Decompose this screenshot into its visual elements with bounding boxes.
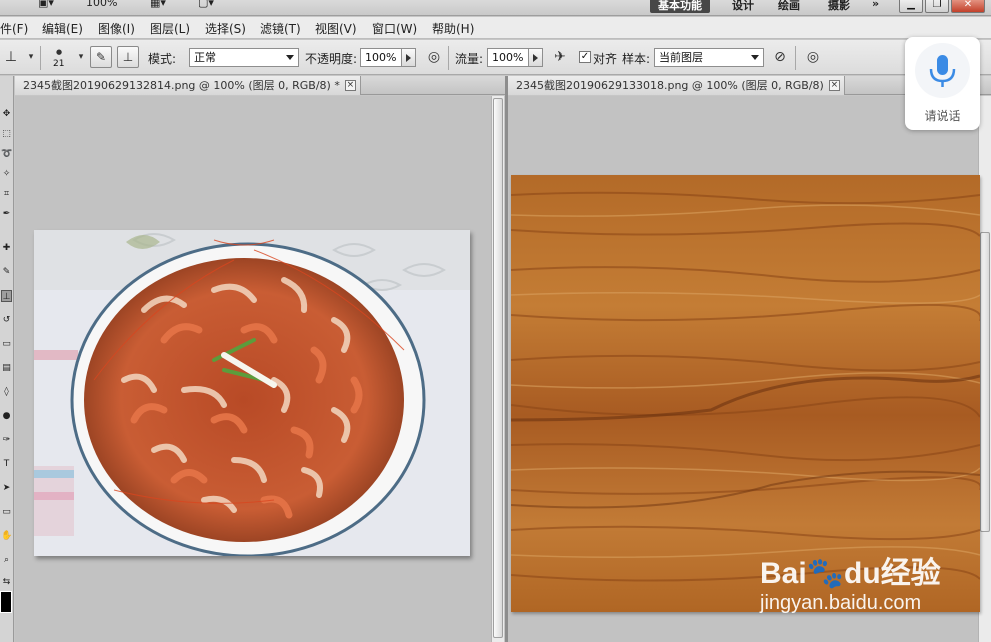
- scrollbar-thumb[interactable]: [493, 98, 503, 638]
- lasso-tool-icon[interactable]: ➰: [1, 148, 12, 160]
- brush-size-value: 21: [53, 59, 65, 69]
- watermark-logo: Bai🐾du经验: [760, 557, 941, 590]
- healing-brush-tool-icon[interactable]: ✚: [1, 242, 12, 254]
- application-bar: ▣▾ 100% ▦▾ ▢▾ 基本功能 设计 绘画 摄影 » ▁ ❐ ✕: [0, 0, 991, 16]
- swap-colors-icon[interactable]: ⇆: [1, 576, 12, 588]
- close-icon[interactable]: ×: [344, 80, 356, 91]
- flow-slider-toggle[interactable]: [528, 48, 543, 67]
- marquee-tool-icon[interactable]: ⬚: [1, 128, 12, 140]
- workspace-essentials[interactable]: 基本功能: [650, 0, 710, 13]
- mode-value: 正常: [194, 51, 216, 64]
- ignore-adjustment-layers-icon[interactable]: ⊘: [769, 46, 791, 68]
- chevron-down-icon: [751, 55, 759, 60]
- document-tab-2[interactable]: 2345截图20190629133018.png @ 100% (图层 0, R…: [508, 76, 845, 95]
- menu-help[interactable]: 帮助(H): [432, 20, 474, 37]
- airbrush-icon[interactable]: ✈: [549, 46, 571, 68]
- workspace-photography[interactable]: 摄影: [820, 0, 858, 13]
- gradient-tool-icon[interactable]: ▤: [1, 362, 12, 374]
- document-title: 2345截图20190629133018.png @ 100% (图层 0, R…: [516, 79, 824, 92]
- shrimp-bowl-photo: [34, 230, 470, 556]
- history-brush-tool-icon[interactable]: ↺: [1, 314, 12, 326]
- foreground-color-swatch[interactable]: [0, 591, 12, 613]
- mode-select[interactable]: 正常: [189, 48, 299, 67]
- eyedropper-tool-icon[interactable]: ✒: [1, 208, 12, 220]
- pen-tool-icon[interactable]: ✑: [1, 434, 12, 446]
- preset-dropdown-icon[interactable]: ▾: [20, 46, 42, 68]
- menu-view[interactable]: 视图(V): [315, 20, 357, 37]
- pressure-opacity-icon[interactable]: ◎: [423, 46, 445, 68]
- close-window-icon[interactable]: ✕: [951, 0, 985, 13]
- clone-stamp-preset-icon[interactable]: ⊥: [0, 46, 22, 68]
- dodge-tool-icon[interactable]: ●: [1, 410, 12, 422]
- type-tool-icon[interactable]: T: [1, 458, 12, 470]
- tools-panel: ✥ ⬚ ➰ ✧ ⌗ ✒ ✚ ✎ ⊥ ↺ ▭ ▤ ◊ ● ✑ T ➤ ▭ ✋ ⌕ …: [0, 76, 14, 642]
- hand-tool-icon[interactable]: ✋: [1, 530, 12, 542]
- sample-label: 样本:: [622, 52, 651, 66]
- crop-tool-icon[interactable]: ⌗: [1, 188, 12, 200]
- screen-view-icon[interactable]: ▢▾: [198, 0, 214, 9]
- sample-value: 当前图层: [659, 51, 703, 64]
- opacity-input[interactable]: 100%: [360, 48, 402, 67]
- wood-texture-photo: [511, 175, 980, 612]
- watermark-url: jingyan.baidu.com: [760, 592, 922, 614]
- document-title: 2345截图20190629132814.png @ 100% (图层 0, R…: [23, 79, 340, 92]
- menu-select[interactable]: 选择(S): [205, 20, 246, 37]
- flow-label: 流量:: [455, 52, 484, 66]
- clone-source-panel-icon[interactable]: ⊥: [117, 46, 139, 68]
- more-workspaces-icon[interactable]: »: [864, 0, 887, 13]
- clone-stamp-tool-icon[interactable]: ⊥: [1, 290, 12, 302]
- menu-window[interactable]: 窗口(W): [372, 20, 417, 37]
- arrange-docs-icon[interactable]: ▦▾: [150, 0, 166, 9]
- blur-tool-icon[interactable]: ◊: [1, 386, 12, 398]
- opacity-label: 不透明度:: [305, 52, 358, 66]
- menu-filter[interactable]: 滤镜(T): [260, 20, 301, 37]
- pressure-size-icon[interactable]: ◎: [802, 46, 824, 68]
- baidu-jingyan-watermark: Bai🐾du经验 jingyan.baidu.com: [760, 548, 990, 618]
- menu-bar: 件(F) 编辑(E) 图像(I) 图层(L) 选择(S) 滤镜(T) 视图(V)…: [0, 17, 991, 39]
- separator: [40, 46, 41, 70]
- scrollbar-thumb[interactable]: [980, 232, 990, 532]
- menu-image[interactable]: 图像(I): [98, 20, 135, 37]
- align-label: 对齐: [593, 52, 618, 66]
- separator: [795, 46, 796, 70]
- document-tab-1[interactable]: 2345截图20190629132814.png @ 100% (图层 0, R…: [15, 76, 361, 95]
- flow-input[interactable]: 100%: [487, 48, 529, 67]
- voice-input-widget[interactable]: 请说话: [905, 37, 980, 130]
- voice-label: 请说话: [924, 109, 961, 123]
- workspace-design[interactable]: 设计: [724, 0, 762, 13]
- sample-select[interactable]: 当前图层: [654, 48, 764, 67]
- restore-icon[interactable]: ❐: [925, 0, 949, 13]
- brush-picker-dropdown-icon[interactable]: ▾: [70, 46, 92, 68]
- close-icon[interactable]: ×: [828, 80, 840, 91]
- shape-tool-icon[interactable]: ▭: [1, 506, 12, 518]
- menu-layer[interactable]: 图层(L): [150, 20, 190, 37]
- menu-file[interactable]: 件(F): [0, 20, 28, 37]
- minimize-icon[interactable]: ▁: [899, 0, 923, 13]
- brush-panel-icon[interactable]: ✎: [90, 46, 112, 68]
- photoshop-window: ▣▾ 100% ▦▾ ▢▾ 基本功能 设计 绘画 摄影 » ▁ ❐ ✕ 件(F)…: [0, 0, 991, 642]
- mode-label: 模式:: [148, 52, 177, 66]
- brush-tool-icon[interactable]: ✎: [1, 266, 12, 278]
- mic-button[interactable]: [915, 43, 970, 98]
- options-bar: ⊥ ▾ ● 21 ▾ ✎ ⊥ 模式: 正常 不透明度: 100% ◎ 流量: 1…: [0, 40, 991, 75]
- screen-mode-icon[interactable]: ▣▾: [38, 0, 54, 9]
- chevron-down-icon: [286, 55, 294, 60]
- move-tool-icon[interactable]: ✥: [1, 108, 12, 120]
- menu-edit[interactable]: 编辑(E): [42, 20, 83, 37]
- workspace-painting[interactable]: 绘画: [770, 0, 808, 13]
- microphone-icon: [929, 55, 956, 87]
- align-checkbox[interactable]: ✓: [579, 51, 591, 63]
- separator: [448, 46, 449, 70]
- zoom-tool-icon[interactable]: ⌕: [1, 554, 12, 566]
- left-document-tabbar: 2345截图20190629132814.png @ 100% (图层 0, R…: [15, 76, 505, 95]
- left-vertical-scrollbar[interactable]: [491, 96, 504, 642]
- eraser-tool-icon[interactable]: ▭: [1, 338, 12, 350]
- zoom-level[interactable]: 100%: [86, 0, 117, 9]
- path-select-tool-icon[interactable]: ➤: [1, 482, 12, 494]
- opacity-slider-toggle[interactable]: [401, 48, 416, 67]
- quick-select-tool-icon[interactable]: ✧: [1, 168, 12, 180]
